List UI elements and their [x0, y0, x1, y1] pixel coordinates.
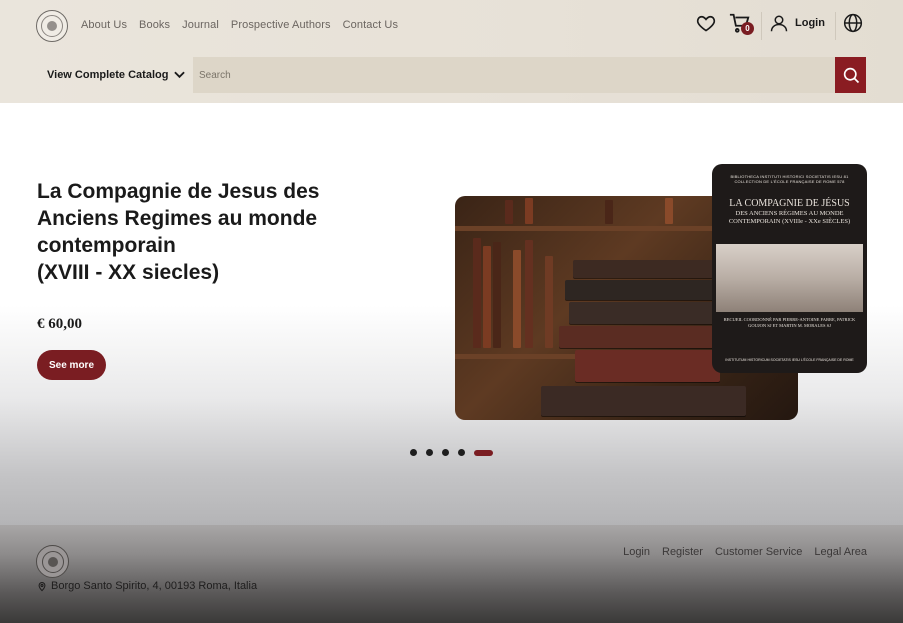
footer-nav: Login Register Customer Service Legal Ar… — [623, 546, 867, 558]
cover-subtitle: DES ANCIENS RÉGIMES AU MONDE CONTEMPORAI… — [728, 210, 851, 225]
institute-logo[interactable] — [36, 10, 68, 42]
nav-about-us[interactable]: About Us — [81, 19, 127, 31]
cover-publisher: INSTITUTUM HISTORICUM SOCIETATIS IESU L'… — [725, 358, 854, 362]
site-footer: Login Register Customer Service Legal Ar… — [0, 525, 903, 623]
stacked-book — [541, 386, 746, 416]
logo-ring — [41, 550, 64, 573]
footer-login-link[interactable]: Login — [623, 546, 650, 558]
logo-emblem — [47, 21, 57, 31]
main-nav: About Us Books Journal Prospective Autho… — [81, 19, 398, 31]
catalog-dropdown[interactable]: View Complete Catalog — [47, 69, 186, 81]
book-spine — [513, 250, 521, 348]
book-spine — [505, 200, 513, 224]
book-spine — [493, 242, 501, 348]
book-spine — [473, 238, 481, 348]
cover-series-text: BIBLIOTHECA INSTITUTI HISTORICI SOCIETAT… — [730, 174, 849, 184]
carousel-dot-4[interactable] — [458, 449, 465, 456]
search-input[interactable] — [193, 57, 835, 93]
cover-credits: RECUEIL COORDONNÉ PAR PIERRE-ANTOINE FAB… — [723, 317, 856, 328]
carousel-dot-3[interactable] — [442, 449, 449, 456]
cart-icon[interactable]: 0 — [729, 12, 755, 36]
cart-count-badge: 0 — [741, 22, 754, 35]
site-header: About Us Books Journal Prospective Autho… — [0, 0, 903, 103]
book-spine — [665, 198, 673, 224]
header-divider — [835, 12, 836, 40]
hero-book-title: La Compagnie de Jesus des Anciens Regime… — [37, 180, 320, 284]
book-spine — [483, 246, 491, 348]
stacked-book — [565, 280, 715, 300]
nav-contact-us[interactable]: Contact Us — [343, 19, 398, 31]
carousel-dot-2[interactable] — [426, 449, 433, 456]
book-price: € 60,00 — [37, 316, 82, 332]
logo-ring — [41, 15, 63, 37]
carousel-dot-1[interactable] — [410, 449, 417, 456]
search-button[interactable] — [835, 57, 866, 93]
book-spine — [545, 256, 553, 348]
stacked-book — [569, 302, 714, 324]
footer-register-link[interactable]: Register — [662, 546, 703, 558]
catalog-label: View Complete Catalog — [47, 69, 169, 81]
carousel-dot-5-active[interactable] — [474, 449, 493, 456]
nav-journal[interactable]: Journal — [182, 19, 219, 31]
cover-engraving — [716, 244, 863, 312]
book-cover-image[interactable]: BIBLIOTHECA INSTITUTI HISTORICI SOCIETAT… — [712, 164, 867, 373]
location-pin-icon — [38, 581, 46, 591]
see-more-button[interactable]: See more — [37, 350, 106, 380]
footer-legal-area-link[interactable]: Legal Area — [814, 546, 867, 558]
globe-icon[interactable] — [843, 12, 863, 36]
login-link[interactable]: Login — [795, 17, 825, 29]
stacked-book — [559, 326, 715, 348]
wishlist-icon[interactable] — [696, 12, 716, 36]
hero-carousel: La Compagnie de Jesus des Anciens Regime… — [0, 103, 903, 525]
footer-logo[interactable] — [36, 545, 69, 578]
header-divider — [761, 12, 762, 40]
chevron-down-icon — [174, 71, 186, 79]
user-icon[interactable] — [770, 12, 788, 36]
search-icon — [843, 67, 859, 84]
nav-books[interactable]: Books — [139, 19, 170, 31]
stacked-book — [573, 260, 713, 278]
book-spine — [525, 240, 533, 348]
cover-title: LA COMPAGNIE DE JÉSUS — [729, 198, 850, 209]
nav-prospective-authors[interactable]: Prospective Authors — [231, 19, 331, 31]
logo-emblem — [47, 556, 58, 567]
address: Borgo Santo Spirito, 4, 00193 Roma, Ital… — [37, 580, 257, 592]
footer-customer-service-link[interactable]: Customer Service — [715, 546, 802, 558]
stacked-book — [575, 350, 720, 382]
book-spine — [525, 198, 533, 224]
carousel-dots — [410, 449, 493, 456]
book-spine — [605, 200, 613, 224]
address-text: Borgo Santo Spirito, 4, 00193 Roma, Ital… — [51, 580, 258, 592]
